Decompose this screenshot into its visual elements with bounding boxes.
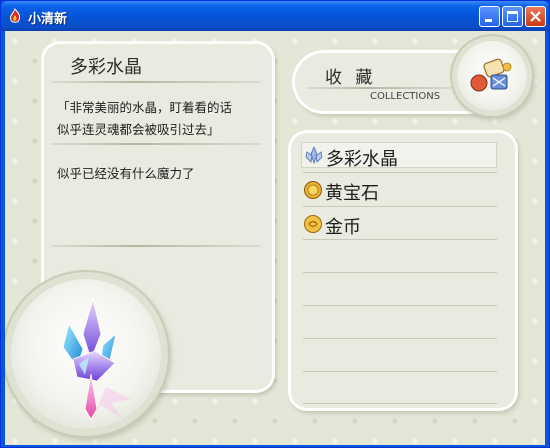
list-line (303, 206, 497, 207)
collections-emblem (457, 41, 527, 111)
collections-list-panel (291, 133, 515, 408)
list-line (303, 371, 497, 372)
maximize-button[interactable] (502, 6, 523, 27)
list-line (303, 272, 497, 273)
item-name-heading: 多彩水晶 (70, 57, 142, 78)
app-window: 小清新 多彩水晶 「非常美丽的水晶，盯着看的话 似乎连灵魂都会被吸引过去」 似乎… (0, 0, 550, 448)
collection-item-topaz[interactable]: 黄宝石 (301, 177, 497, 204)
gold-coin-icon (304, 215, 322, 233)
collection-toys-icon (470, 58, 512, 92)
list-line (303, 338, 497, 339)
collection-item-gold-coin[interactable]: 金币 (301, 211, 497, 238)
list-line (303, 172, 497, 173)
collections-title: 收 藏 (325, 68, 377, 88)
minimize-button[interactable] (479, 6, 500, 27)
close-icon (530, 11, 541, 22)
collections-subtitle: COLLECTIONS (370, 91, 441, 102)
list-line (303, 403, 497, 404)
list-line (303, 305, 497, 306)
item-quote-line-2: 似乎连灵魂都会被吸引过去」 (57, 122, 220, 137)
window-content: 多彩水晶 「非常美丽的水晶，盯着看的话 似乎连灵魂都会被吸引过去」 似乎已经没有… (5, 31, 545, 445)
close-button[interactable] (525, 6, 546, 27)
collection-item-label: 多彩水晶 (326, 149, 398, 170)
divider (51, 81, 261, 83)
item-quote-line-1: 「非常美丽的水晶，盯着看的话 (57, 100, 233, 115)
topaz-coin-icon (304, 181, 322, 199)
maximize-icon (507, 11, 518, 22)
window-title: 小清新 (28, 12, 68, 27)
item-image-frame (11, 279, 161, 429)
collections-tab (295, 53, 480, 111)
collection-item-label: 金币 (325, 217, 361, 238)
divider (51, 245, 261, 247)
minimize-icon (485, 19, 492, 22)
divider (307, 87, 457, 89)
title-bar[interactable]: 小清新 (1, 1, 549, 31)
crystal-cluster-image (62, 298, 131, 420)
collection-item-label: 黄宝石 (325, 183, 379, 204)
collection-item-crystal[interactable]: 多彩水晶 (301, 142, 497, 170)
divider (51, 143, 261, 145)
crystal-icon (305, 146, 323, 165)
item-description: 似乎已经没有什么魔力了 (57, 166, 195, 181)
app-flame-icon (10, 8, 21, 23)
list-line (303, 239, 497, 240)
